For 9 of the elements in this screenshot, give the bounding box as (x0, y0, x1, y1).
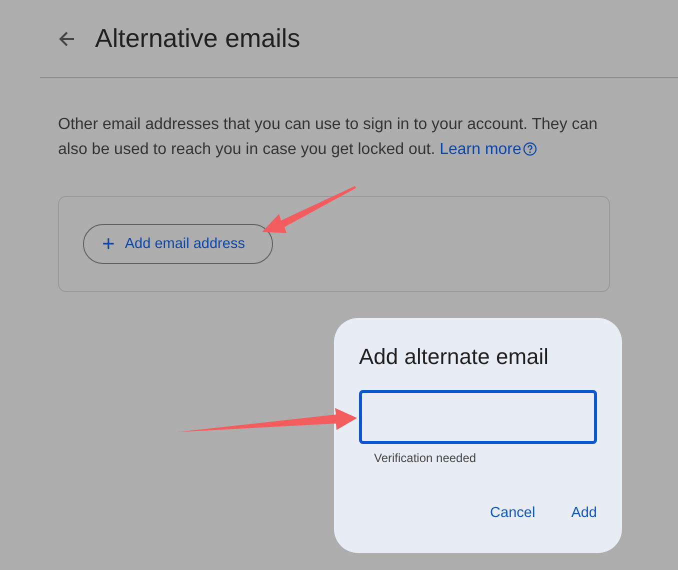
learn-more-link[interactable]: Learn more (440, 141, 538, 158)
add-button[interactable]: Add (559, 499, 609, 527)
page-title: Alternative emails (95, 23, 300, 54)
helper-text: Verification needed (374, 451, 478, 465)
dialog-title: Add alternate email (359, 344, 550, 370)
cancel-button[interactable]: Cancel (478, 499, 548, 527)
email-input-field[interactable] (359, 390, 597, 444)
help-icon[interactable] (523, 142, 538, 156)
description-text: Other email addresses that you can use to sign in to your account. They can also be used to reach you in case you get locked out. Learn more (58, 115, 599, 160)
